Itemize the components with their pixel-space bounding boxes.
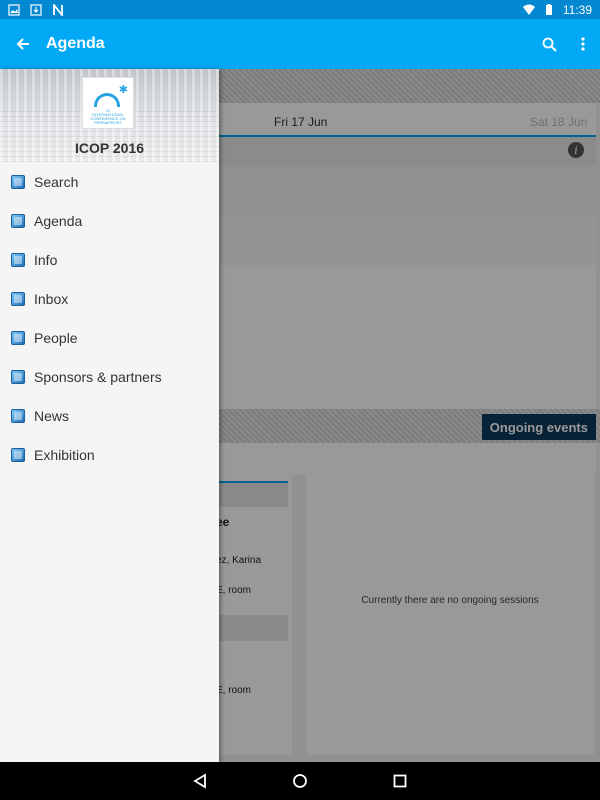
- agenda-icon: [11, 213, 25, 228]
- app-bar-actions: [532, 19, 600, 69]
- status-right-icons: 11:39: [522, 2, 592, 17]
- drawer-header: ✱ XI INTERNATIONAL CONFERENCE ON PERMAFR…: [0, 69, 219, 162]
- drawer-item-label: Sponsors & partners: [34, 368, 162, 385]
- drawer-menu: Search Agenda Info Inbox People Sponsors…: [0, 162, 219, 474]
- icop-logo: ✱ XI INTERNATIONAL CONFERENCE ON PERMAFR…: [82, 77, 134, 129]
- logo-dome: [94, 93, 120, 107]
- status-time: 11:39: [562, 2, 592, 17]
- snowflake-icon: ✱: [118, 84, 128, 96]
- arrow-left-icon: [16, 38, 29, 50]
- status-bar: 11:39: [0, 0, 600, 19]
- nav-recents-button[interactable]: [388, 769, 412, 793]
- search-icon: [542, 37, 557, 52]
- back-button[interactable]: [0, 19, 46, 69]
- sponsors-icon: [11, 369, 25, 384]
- info-icon: [11, 252, 25, 267]
- drawer-item-label: News: [34, 407, 70, 424]
- drawer-item-label: Info: [34, 251, 58, 268]
- drawer-item-agenda[interactable]: Agenda: [0, 201, 219, 240]
- people-icon: [11, 330, 25, 345]
- drawer-item-inbox[interactable]: Inbox: [0, 279, 219, 318]
- drawer-item-label: People: [34, 329, 78, 346]
- drawer-item-exhibition[interactable]: Exhibition: [0, 435, 219, 474]
- drawer-item-people[interactable]: People: [0, 318, 219, 357]
- drawer-item-label: Agenda: [34, 212, 83, 229]
- back-triangle-icon: [193, 773, 206, 789]
- home-circle-icon: [293, 774, 307, 788]
- exhibition-icon: [11, 447, 25, 462]
- image-icon: [8, 3, 20, 16]
- n-icon: [53, 3, 63, 16]
- drawer-item-search[interactable]: Search: [0, 162, 219, 201]
- news-icon: [11, 408, 25, 423]
- nav-home-button[interactable]: [288, 769, 312, 793]
- status-left-icons: [8, 3, 64, 16]
- recents-square-icon: [393, 774, 407, 788]
- system-nav-bar: [0, 762, 600, 800]
- inbox-icon: [11, 291, 25, 306]
- search-button[interactable]: [532, 19, 566, 69]
- more-vert-icon: [581, 37, 585, 51]
- search-icon: [11, 174, 25, 189]
- drawer-item-label: Search: [34, 173, 79, 190]
- download-icon: [30, 3, 42, 16]
- page-title: Agenda: [46, 35, 105, 52]
- overflow-menu-button[interactable]: [566, 19, 600, 69]
- navigation-drawer: ✱ XI INTERNATIONAL CONFERENCE ON PERMAFR…: [0, 69, 219, 762]
- logo-mark: ✱ XI INTERNATIONAL CONFERENCE ON PERMAFR…: [88, 84, 128, 125]
- drawer-item-info[interactable]: Info: [0, 240, 219, 279]
- drawer-item-label: Exhibition: [34, 446, 95, 463]
- drawer-item-news[interactable]: News: [0, 396, 219, 435]
- logo-text: XI INTERNATIONAL CONFERENCE ON PERMAFROS…: [90, 108, 126, 125]
- wifi-icon: [522, 4, 535, 15]
- drawer-item-sponsors[interactable]: Sponsors & partners: [0, 357, 219, 396]
- drawer-item-label: Inbox: [34, 290, 69, 307]
- battery-icon: [545, 3, 552, 15]
- app-bar: Agenda: [0, 19, 600, 69]
- nav-back-button[interactable]: [188, 769, 212, 793]
- drawer-title: ICOP 2016: [74, 140, 144, 156]
